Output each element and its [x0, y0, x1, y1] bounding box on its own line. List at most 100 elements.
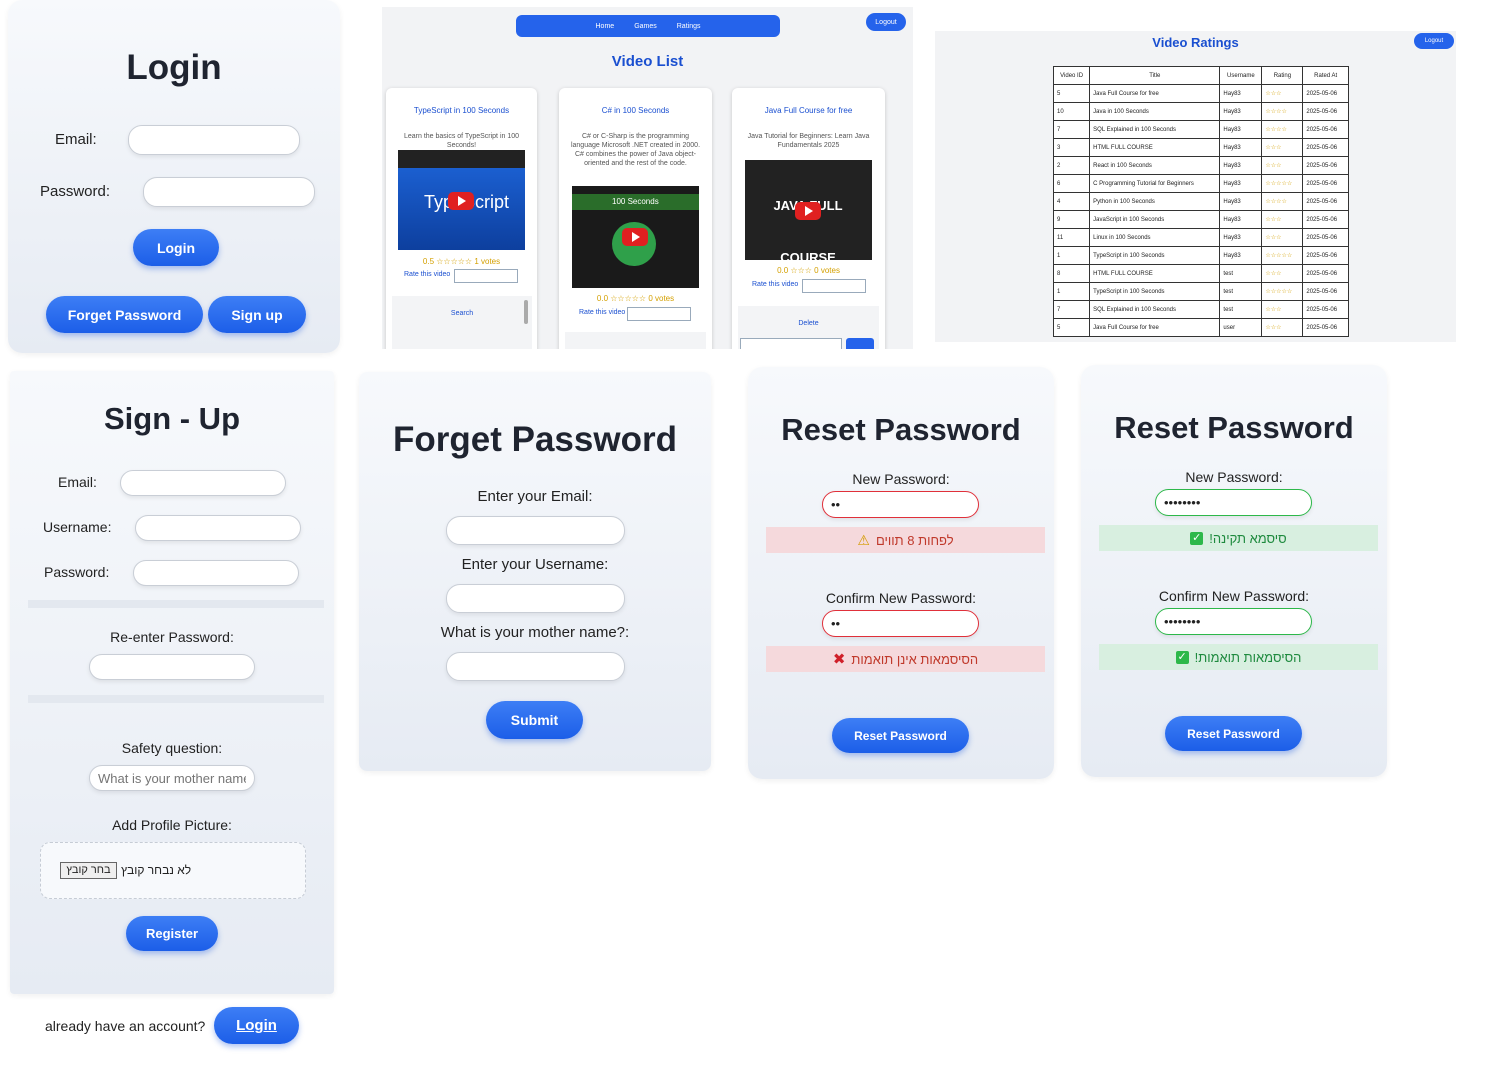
reset-password-button[interactable]: Reset Password [1165, 716, 1302, 751]
signup-password-input[interactable] [133, 560, 299, 586]
video-card-title: Java Full Course for free [764, 106, 853, 115]
table-row: 7 SQL Explained in 100 Seconds test ☆☆☆ 2025… [1052, 300, 1349, 319]
table-cell: JavaScript in 100 Seconds [1089, 210, 1221, 229]
confirm-password-input[interactable] [822, 610, 979, 637]
table-cell: Hay83 [1219, 246, 1263, 265]
table-cell: C Programming Tutorial for Beginners [1089, 174, 1221, 193]
table-row: 6C Programming Tutorial for Beginners Hay… [1052, 174, 1349, 193]
divider [28, 600, 324, 608]
signup-title: Sign - Up [103, 401, 241, 436]
comment-box [565, 332, 706, 349]
reenter-password-input[interactable] [89, 654, 255, 680]
forget-username-input[interactable] [446, 584, 625, 613]
video-thumbnail[interactable]: JAVA FULL COURSE [745, 160, 872, 265]
login-password-input[interactable] [143, 177, 315, 207]
choose-file-button[interactable]: בחר קובץ [60, 862, 117, 879]
rate-label: Rate this video [404, 271, 451, 278]
table-cell: 1 [1052, 246, 1091, 265]
signup-email-input[interactable] [120, 470, 286, 496]
table-cell: 2025-05-06 [1302, 210, 1349, 229]
table-cell: 2025-05-06 [1302, 84, 1349, 103]
new-password-input[interactable] [1155, 489, 1312, 516]
ratings-title: Video Ratings [1152, 35, 1239, 50]
rate-label: Rate this video [752, 281, 799, 288]
nav-ratings[interactable]: Ratings [677, 23, 701, 30]
table-cell: test [1219, 300, 1263, 319]
new-password-input[interactable] [822, 491, 979, 518]
scrollbar[interactable] [524, 300, 528, 324]
ratings-table: Video ID Title Username Rating Rated At … [1052, 66, 1349, 337]
table-cell: Hay83 [1219, 210, 1263, 229]
table-cell: Java in 100 Seconds [1089, 102, 1221, 121]
register-button[interactable]: Register [126, 916, 218, 951]
table-cell: TypeScript in 100 Seconds [1089, 246, 1221, 265]
play-icon[interactable] [622, 228, 648, 246]
video-thumbnail[interactable]: 100 Seconds [572, 186, 699, 288]
play-icon[interactable] [448, 192, 474, 210]
signup-button[interactable]: Sign up [208, 296, 306, 333]
table-cell: 2025-05-06 [1302, 138, 1349, 157]
table-cell: 6 [1052, 174, 1091, 193]
table-cell: 2025-05-06 [1302, 246, 1349, 265]
table-row: 5 Java Full Course for free user ☆☆☆ 2025-05… [1052, 318, 1349, 337]
play-icon[interactable] [795, 202, 821, 220]
file-upload-area[interactable]: לא נבחר קובץ בחר קובץ [40, 842, 306, 899]
comment-label: Search [450, 310, 474, 317]
reset-title: Reset Password [1114, 410, 1354, 445]
forget-mother-label: What is your mother name?: [440, 624, 630, 641]
table-row: 4 Python in 100 Seconds Hay83 ☆☆☆☆ 2025-05-0… [1052, 192, 1349, 211]
video-thumbnail[interactable]: TypeScript [398, 150, 525, 250]
ratings-logout-button[interactable]: Logout [1414, 33, 1454, 49]
safety-question-label: Safety question: [121, 740, 223, 756]
profile-picture-label: Add Profile Picture: [112, 817, 232, 833]
signup-username-input[interactable] [135, 515, 301, 541]
new-password-label: New Password: [852, 471, 950, 487]
comment-input[interactable] [740, 338, 842, 349]
signup-login-button[interactable]: Login [214, 1007, 299, 1044]
table-cell: HTML FULL COURSE [1089, 138, 1221, 157]
table-row: 1 TypeScript in 100 Seconds test ☆☆☆☆☆ 2025-… [1052, 282, 1349, 301]
signup-password-label: Password: [44, 564, 110, 580]
forget-password-button[interactable]: Forget Password [46, 296, 203, 333]
rate-select[interactable] [802, 279, 866, 293]
column-header: Rated At [1302, 66, 1349, 85]
safety-question-input[interactable] [89, 765, 255, 791]
table-cell: ☆☆☆☆☆ [1261, 282, 1304, 301]
table-cell: Python in 100 Seconds [1089, 192, 1221, 211]
rate-select[interactable] [454, 269, 518, 283]
comment-box: Delete [738, 306, 879, 349]
table-cell: Hay83 [1219, 156, 1263, 175]
video-card: C# in 100 Seconds C# or C-Sharp is the p… [559, 88, 712, 349]
table-cell: 5 [1052, 84, 1091, 103]
login-title: Login [126, 48, 222, 87]
signup-username-label: Username: [43, 519, 112, 535]
login-email-input[interactable] [128, 125, 300, 155]
video-card-title: C# in 100 Seconds [601, 106, 670, 115]
submit-button[interactable]: Submit [486, 701, 583, 739]
nav-home[interactable]: Home [596, 23, 615, 30]
confirm-password-input[interactable] [1155, 608, 1312, 635]
forget-email-input[interactable] [446, 516, 625, 545]
column-header: Title [1089, 66, 1221, 85]
reset-password-button[interactable]: Reset Password [832, 718, 969, 753]
comment-label: Delete [798, 320, 819, 327]
table-cell: 2025-05-06 [1302, 264, 1349, 283]
login-button[interactable]: Login [133, 229, 219, 266]
login-email-label: Email: [55, 131, 97, 148]
rate-select[interactable] [627, 307, 691, 321]
new-password-success-text: סיסמא תקינה! [1209, 530, 1287, 546]
table-row: 2 React in 100 Seconds Hay83 ☆☆☆ 2025-05-06 [1052, 156, 1349, 175]
table-cell: 3 [1052, 138, 1091, 157]
logout-button[interactable]: Logout [866, 13, 906, 31]
forget-mother-input[interactable] [446, 652, 625, 681]
signup-panel: Sign - Up Email: Username: Password: Re-… [10, 371, 334, 994]
comment-send-button[interactable] [846, 338, 874, 349]
comment-box: Search [392, 296, 532, 349]
table-cell: Hay83 [1219, 102, 1263, 121]
video-card: TypeScript in 100 Seconds Learn the basi… [386, 88, 537, 349]
table-cell: Linux in 100 Seconds [1089, 228, 1221, 247]
video-card-title: TypeScript in 100 Seconds [413, 106, 510, 115]
reenter-password-label: Re-enter Password: [110, 629, 234, 645]
reset-password-panel-invalid: Reset Password New Password: לפחות 8 תוו… [748, 367, 1054, 779]
nav-games[interactable]: Games [634, 23, 657, 30]
